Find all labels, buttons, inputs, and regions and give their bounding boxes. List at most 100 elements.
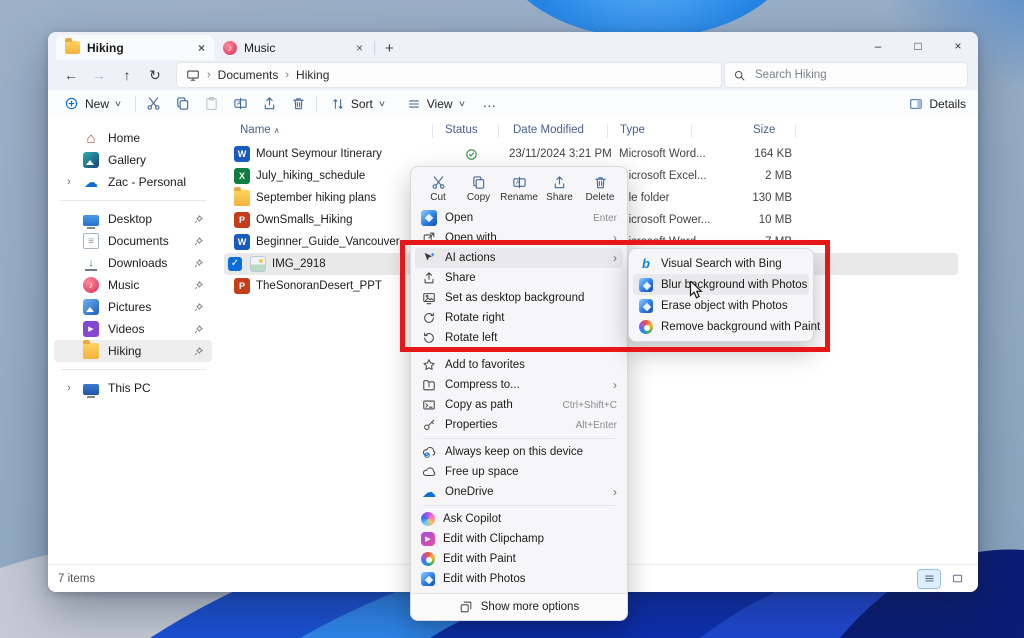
search-box[interactable] <box>724 62 968 88</box>
sidebar-item-gallery[interactable]: Gallery <box>54 149 212 171</box>
sidebar-item-home[interactable]: Home <box>54 127 212 149</box>
chevron-right-icon[interactable]: › <box>64 383 74 394</box>
cut-button[interactable] <box>146 96 161 111</box>
sidebar-item-label: Gallery <box>108 153 146 167</box>
sidebar-item-label: Documents <box>108 234 169 248</box>
more-options-icon[interactable]: … <box>482 95 496 109</box>
sidebar-item-label: Music <box>108 278 139 292</box>
chevron-down-icon: ∨ <box>378 100 386 108</box>
details-pane-icon <box>909 97 923 111</box>
folder-icon <box>65 41 80 54</box>
photos-app-icon <box>421 210 437 226</box>
share-button[interactable]: Share <box>541 172 579 205</box>
pin-icon <box>193 236 204 247</box>
copy-button[interactable]: Copy <box>460 172 498 205</box>
menu-item-open[interactable]: Open Enter <box>415 208 623 228</box>
word-file-icon <box>234 146 250 162</box>
sidebar-item-label: Downloads <box>108 256 167 270</box>
menu-item-show-more-options[interactable]: Show more options <box>411 593 627 620</box>
close-button[interactable]: × <box>938 32 978 60</box>
sidebar-item-downloads[interactable]: Downloads <box>54 252 212 274</box>
up-button[interactable]: ↑ <box>114 63 140 87</box>
menu-item-copy-as-path[interactable]: Copy as path Ctrl+Shift+C <box>415 395 623 415</box>
pin-icon <box>193 280 204 291</box>
file-type: Microsoft Excel... <box>619 170 707 182</box>
cut-button[interactable]: Cut <box>419 172 457 205</box>
menu-item-onedrive[interactable]: OneDrive › <box>415 482 623 502</box>
view-button[interactable]: View ∨ <box>403 95 469 113</box>
file-name: July_hiking_schedule <box>256 170 365 182</box>
menu-item-always-keep-on-device[interactable]: Always keep on this device <box>415 442 623 462</box>
sidebar-item-onedrive[interactable]: › Zac - Personal <box>54 171 212 193</box>
details-label: Details <box>929 97 966 111</box>
menu-item-compress-to[interactable]: Compress to... › <box>415 375 623 395</box>
column-header-type[interactable]: Type <box>620 124 645 136</box>
copy-button[interactable] <box>175 96 190 111</box>
compress-icon <box>421 377 437 393</box>
column-header-size[interactable]: Size <box>753 124 775 136</box>
breadcrumb-documents[interactable]: Documents <box>218 68 279 82</box>
copilot-icon <box>421 512 435 526</box>
table-row[interactable]: Mount Seymour Itinerary 23/11/2024 3:21 … <box>224 143 958 165</box>
menu-item-properties[interactable]: Properties Alt+Enter <box>415 415 623 435</box>
downloads-icon <box>83 255 99 271</box>
folder-icon <box>83 343 99 359</box>
sidebar-item-label: This PC <box>108 381 151 395</box>
sidebar-item-music[interactable]: Music <box>54 274 212 296</box>
new-button[interactable]: New ∨ <box>60 94 125 113</box>
paste-button[interactable] <box>204 96 219 111</box>
menu-item-ask-copilot[interactable]: Ask Copilot <box>415 509 623 529</box>
menu-item-free-up-space[interactable]: Free up space <box>415 462 623 482</box>
delete-button[interactable]: Delete <box>581 172 619 205</box>
sidebar-item-this-pc[interactable]: › This PC <box>54 377 212 399</box>
copy-path-icon <box>421 397 437 413</box>
minimize-button[interactable]: – <box>858 32 898 60</box>
new-tab-button[interactable]: + <box>385 41 394 56</box>
details-pane-button[interactable]: Details <box>909 97 966 111</box>
sort-button[interactable]: Sort ∨ <box>327 95 389 113</box>
column-header-date[interactable]: Date Modified <box>513 124 584 136</box>
menu-item-edit-with-clipchamp[interactable]: Edit with Clipchamp <box>415 529 623 549</box>
share-button[interactable] <box>262 96 277 111</box>
breadcrumb[interactable]: › Documents › Hiking <box>176 62 722 88</box>
back-button[interactable]: ← <box>58 63 84 87</box>
menu-item-edit-with-paint[interactable]: Edit with Paint <box>415 549 623 569</box>
close-tab-icon[interactable]: × <box>356 42 363 54</box>
item-count: 7 items <box>58 573 95 585</box>
thumbnail-view-toggle[interactable] <box>946 570 968 588</box>
sidebar-item-videos[interactable]: Videos <box>54 318 212 340</box>
tab-music[interactable]: Music × <box>214 35 372 60</box>
rename-button[interactable]: A Rename <box>500 172 538 205</box>
menu-item-add-to-favorites[interactable]: Add to favorites <box>415 355 623 375</box>
sidebar-item-hiking[interactable]: Hiking <box>54 340 212 362</box>
chevron-right-icon[interactable]: › <box>64 177 74 188</box>
maximize-button[interactable]: □ <box>898 32 938 60</box>
pictures-icon <box>83 299 99 315</box>
delete-button[interactable] <box>291 96 306 111</box>
tab-hiking[interactable]: Hiking × <box>56 35 214 60</box>
powerpoint-file-icon <box>234 278 250 294</box>
share-icon <box>552 175 567 190</box>
toolbar-separator <box>135 96 136 112</box>
sidebar-item-pictures[interactable]: Pictures <box>54 296 212 318</box>
details-view-toggle[interactable] <box>918 570 940 588</box>
search-input[interactable] <box>753 68 959 82</box>
command-bar: New ∨ A Sort ∨ View ∨ … <box>48 90 978 118</box>
chevron-right-icon: › <box>613 379 617 391</box>
show-more-icon <box>459 600 473 614</box>
menu-item-edit-with-photos[interactable]: Edit with Photos <box>415 569 623 589</box>
documents-icon <box>83 233 99 249</box>
sidebar-item-desktop[interactable]: Desktop <box>54 208 212 230</box>
close-tab-icon[interactable]: × <box>198 42 205 54</box>
view-icon <box>407 97 421 111</box>
sidebar-item-documents[interactable]: Documents <box>54 230 212 252</box>
checkbox-checked-icon[interactable]: ✓ <box>228 257 242 271</box>
rename-button[interactable]: A <box>233 96 248 111</box>
breadcrumb-hiking[interactable]: Hiking <box>296 68 329 82</box>
chevron-down-icon: ∨ <box>114 100 122 108</box>
column-header-status[interactable]: Status <box>445 124 478 136</box>
sidebar-item-label: Home <box>108 131 140 145</box>
column-header-name[interactable]: Name ∧ <box>240 124 280 136</box>
forward-button[interactable]: → <box>86 63 112 87</box>
refresh-button[interactable]: ↻ <box>142 63 168 87</box>
